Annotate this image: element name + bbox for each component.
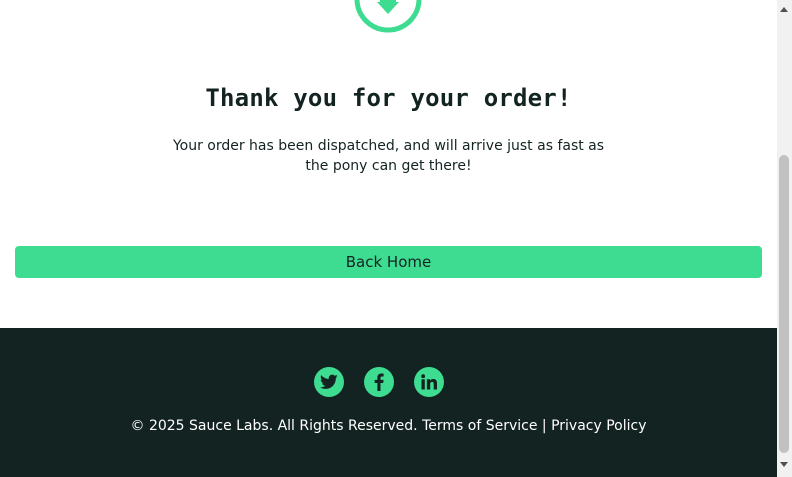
- privacy-policy-link[interactable]: Privacy Policy: [551, 418, 646, 434]
- footer: © 2025 Sauce Labs. All Rights Reserved. …: [0, 328, 777, 477]
- copyright-text: © 2025 Sauce Labs. All Rights Reserved.: [130, 418, 418, 434]
- social-twitter-link[interactable]: [314, 367, 344, 397]
- footer-separator: |: [541, 418, 547, 434]
- back-home-button[interactable]: Back Home: [15, 246, 762, 278]
- social-linkedin-link[interactable]: [414, 367, 444, 397]
- linkedin-icon: [421, 374, 437, 390]
- vertical-scrollbar[interactable]: [777, 0, 792, 477]
- page-viewport: Thank you for your order! Your order has…: [0, 0, 777, 477]
- complete-text: Your order has been dispatched, and will…: [172, 138, 605, 174]
- scroll-up-arrow-icon[interactable]: [780, 7, 788, 12]
- twitter-icon: [320, 374, 338, 389]
- facebook-icon: [374, 373, 384, 391]
- checkout-complete-container: Thank you for your order! Your order has…: [0, 0, 777, 328]
- scroll-down-arrow-icon[interactable]: [780, 462, 788, 467]
- social-facebook-link[interactable]: [364, 367, 394, 397]
- pony-express-check-icon: [354, 0, 422, 33]
- scrollbar-thumb[interactable]: [779, 155, 789, 453]
- complete-header: Thank you for your order!: [205, 84, 572, 112]
- terms-of-service-link[interactable]: Terms of Service: [422, 418, 537, 434]
- footer-copy: © 2025 Sauce Labs. All Rights Reserved. …: [0, 418, 777, 434]
